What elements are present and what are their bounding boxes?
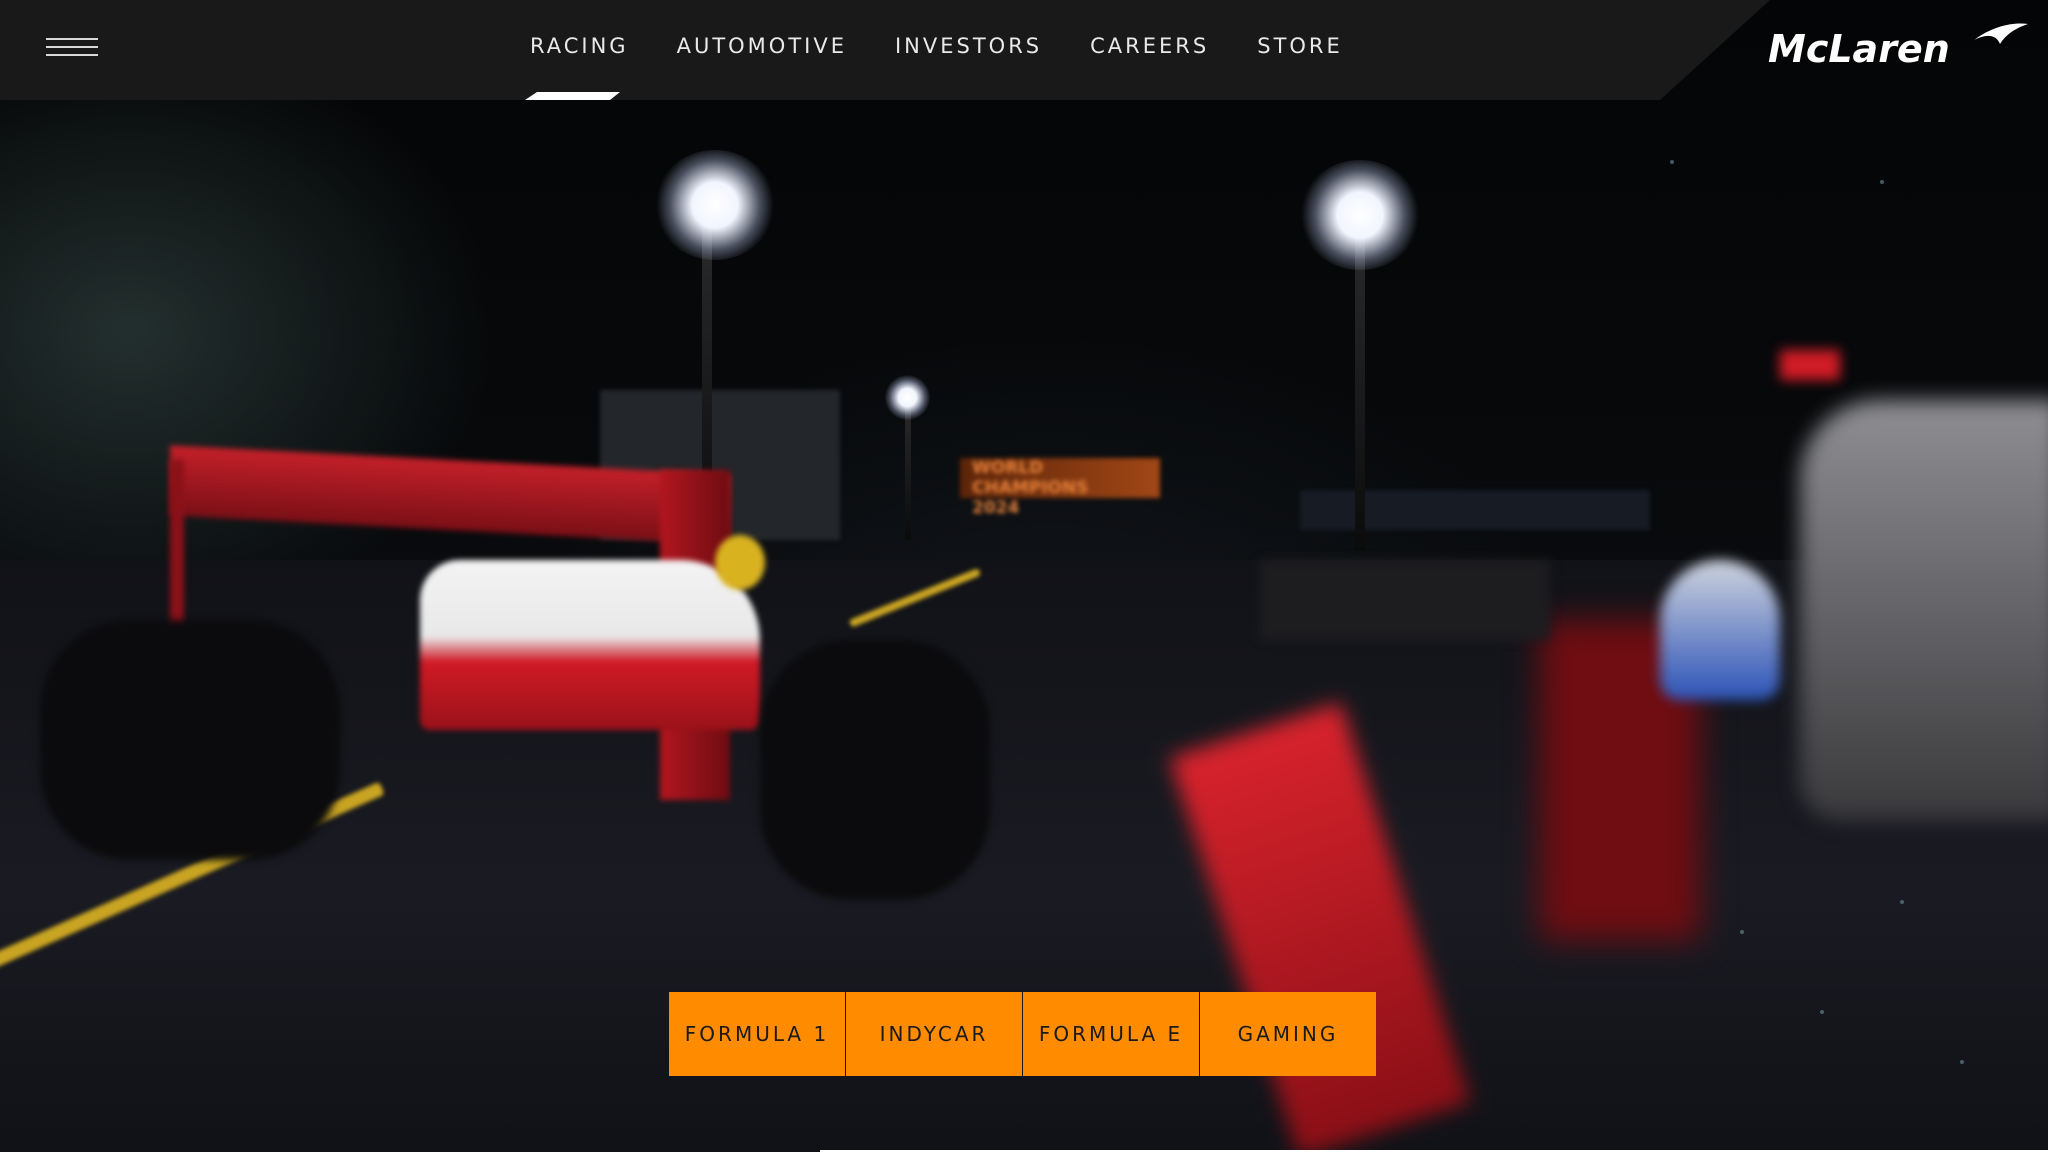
driver-helmet	[1660, 560, 1780, 700]
rain-drop	[1880, 180, 1884, 184]
nav-active-indicator	[525, 92, 620, 100]
light-pole	[905, 400, 911, 540]
mclaren-logo[interactable]: McLaren	[1768, 20, 2030, 66]
floodlight	[655, 150, 775, 260]
floodlight	[885, 375, 930, 420]
formula-e-button[interactable]: FORMULA E	[1023, 992, 1199, 1076]
mclaren-logo-text: McLaren	[1768, 27, 1950, 66]
rain-drop	[1670, 160, 1674, 164]
hero-banner: WORLD CHAMPIONS 2024	[960, 458, 1160, 518]
nav-link-store[interactable]: STORE	[1257, 34, 1343, 58]
main-nav: RACING AUTOMOTIVE INVESTORS CAREERS STOR…	[530, 34, 1391, 58]
hero-background: WORLD CHAMPIONS 2024	[0, 0, 2048, 1152]
rain-drop	[1960, 1060, 1964, 1064]
light-pole	[1355, 230, 1365, 550]
rain-drop	[1900, 900, 1904, 904]
top-navigation-bar: RACING AUTOMOTIVE INVESTORS CAREERS STOR…	[0, 0, 2048, 100]
hero-banner-year: 2024	[972, 498, 1020, 518]
nav-link-racing[interactable]: RACING	[530, 34, 629, 58]
floodlight	[1300, 160, 1420, 270]
hero-banner-title: WORLD CHAMPIONS	[972, 458, 1089, 498]
indycar-button[interactable]: INDYCAR	[846, 992, 1022, 1076]
nav-link-investors[interactable]: INVESTORS	[895, 34, 1042, 58]
hamburger-menu-icon[interactable]	[46, 38, 98, 64]
rain-drop	[1740, 930, 1744, 934]
rain-drop	[1820, 1010, 1824, 1014]
gaming-button[interactable]: GAMING	[1200, 992, 1376, 1076]
car-wheel	[760, 640, 990, 900]
nav-link-careers[interactable]: CAREERS	[1090, 34, 1209, 58]
car-body	[420, 560, 760, 730]
nav-link-automotive[interactable]: AUTOMOTIVE	[677, 34, 847, 58]
formula-1-button[interactable]: FORMULA 1	[669, 992, 845, 1076]
car-wheel	[40, 620, 340, 860]
tail-light	[1780, 350, 1840, 380]
mclaren-speedmark-icon	[1974, 23, 2028, 44]
series-buttons: FORMULA 1 INDYCAR FORMULA E GAMING	[669, 992, 1377, 1076]
driver-helmet	[715, 535, 765, 590]
barrier-car	[1800, 400, 2048, 820]
distant-car	[1260, 560, 1550, 640]
grandstand	[1300, 490, 1650, 530]
